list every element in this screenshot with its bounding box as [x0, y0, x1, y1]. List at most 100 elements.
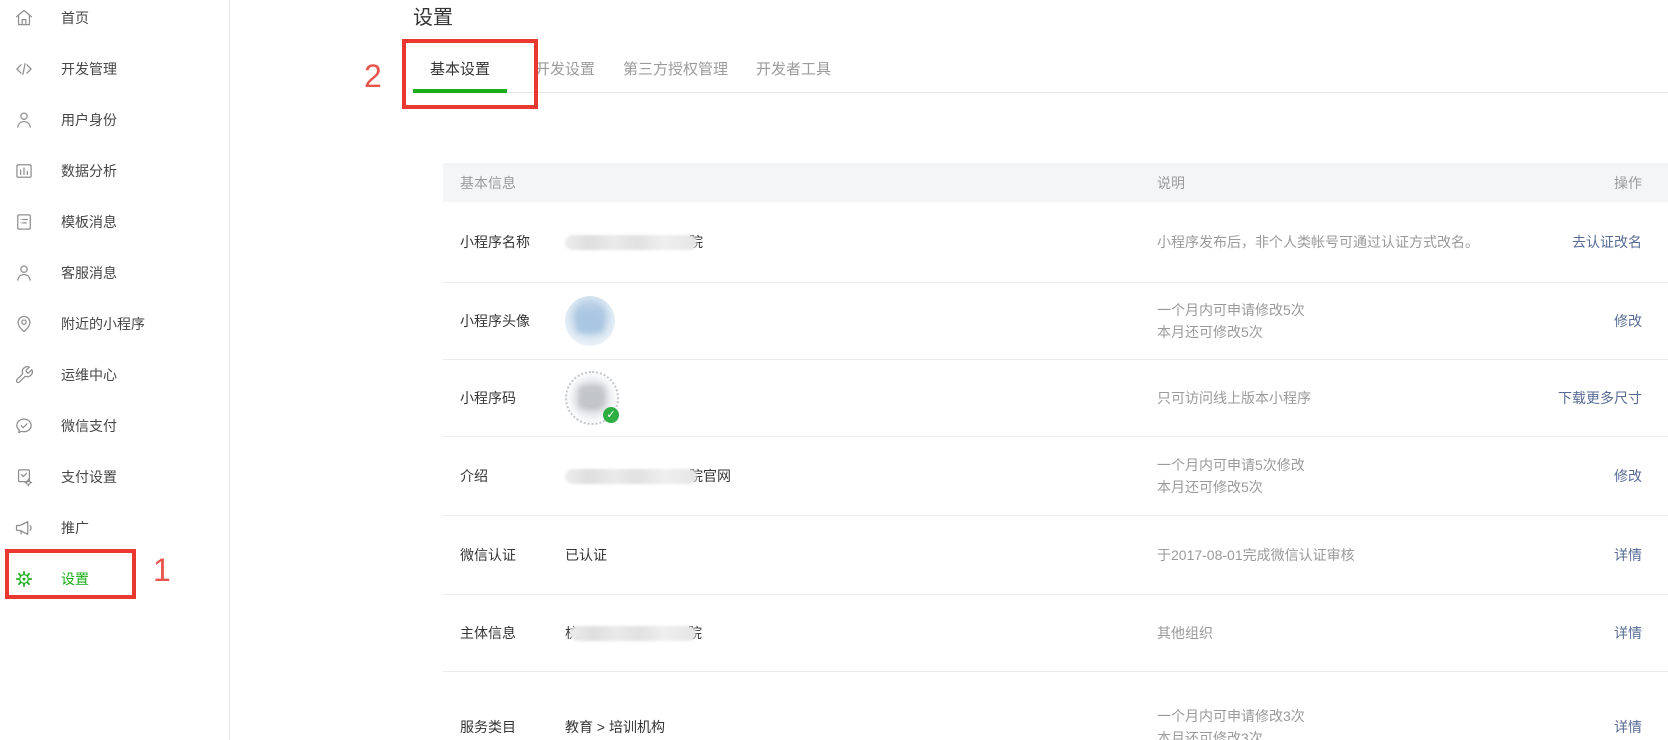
row-action: 修改: [1614, 466, 1642, 486]
row-description: 一个月内可申请5次修改本月还可修改5次: [1157, 454, 1305, 498]
tab-bar: 基本设置开发设置第三方授权管理开发者工具: [413, 48, 1668, 93]
row-action: 去认证改名: [1572, 232, 1642, 252]
avatar-blur-blob: [577, 310, 603, 332]
location-pin-icon: [14, 314, 34, 334]
sidebar-item-payment-settings[interactable]: 支付设置: [0, 451, 229, 502]
row-action: 修改: [1614, 311, 1642, 331]
chat-check-icon: [14, 416, 34, 436]
value-text: 已认证: [565, 545, 607, 565]
action-link[interactable]: 修改: [1614, 313, 1642, 329]
column-header-action: 操作: [1614, 173, 1642, 193]
sidebar-item-data-analysis[interactable]: 数据分析: [0, 145, 229, 196]
row-value: ✓: [565, 371, 619, 425]
tab-third-party-auth[interactable]: 第三方授权管理: [623, 48, 728, 93]
sidebar-nav: 首页开发管理用户身份数据分析模板消息客服消息附近的小程序运维中心微信支付支付设置…: [0, 0, 229, 604]
row-value: 杭院: [565, 623, 702, 643]
megaphone-icon: [14, 518, 34, 538]
description-line: 其他组织: [1157, 622, 1213, 644]
redacted-value-blur: [570, 626, 696, 641]
settings-table: 基本信息 说明 操作 小程序名称 院 小程序发布后，非个人类帐号可通过认证方式改名。…: [443, 163, 1668, 740]
row-action: 详情: [1614, 717, 1642, 737]
row-action: 详情: [1614, 623, 1642, 643]
row-label: 小程序头像: [460, 311, 530, 331]
sidebar-item-dev-management[interactable]: 开发管理: [0, 43, 229, 94]
description-line: 本月还可修改3次: [1157, 727, 1305, 740]
description-line: 小程序发布后，非个人类帐号可通过认证方式改名。: [1157, 231, 1479, 253]
row-label: 小程序名称: [460, 232, 530, 252]
page-title: 设置: [413, 4, 453, 32]
tab-basic-settings[interactable]: 基本设置: [413, 48, 507, 93]
sidebar-item-customer-service[interactable]: 客服消息: [0, 247, 229, 298]
action-link[interactable]: 详情: [1614, 719, 1642, 735]
miniprogram-avatar-image: [565, 296, 615, 346]
table-header: 基本信息 说明 操作: [443, 163, 1668, 202]
redacted-value-blur: [565, 469, 697, 484]
description-line: 本月还可修改5次: [1157, 476, 1305, 498]
table-body: 小程序名称院小程序发布后，非个人类帐号可通过认证方式改名。去认证改名小程序头像一…: [443, 202, 1668, 740]
verified-check-badge: ✓: [603, 407, 619, 423]
redacted-value-blur: [565, 235, 697, 250]
action-link[interactable]: 详情: [1614, 547, 1642, 563]
row-description: 于2017-08-01完成微信认证审核: [1157, 544, 1355, 566]
row-value: 院: [565, 232, 703, 252]
sidebar-item-label: 支付设置: [61, 467, 117, 487]
row-label: 介绍: [460, 466, 488, 486]
gear-icon: [14, 569, 34, 589]
row-action: 详情: [1614, 545, 1642, 565]
action-link[interactable]: 修改: [1614, 468, 1642, 484]
description-line: 一个月内可申请修改5次: [1157, 299, 1305, 321]
row-value: 教育 > 培训机构: [565, 717, 665, 737]
wrench-icon: [14, 365, 34, 385]
column-header-basic-info: 基本信息: [460, 173, 516, 193]
home-icon: [14, 8, 34, 28]
action-link[interactable]: 下载更多尺寸: [1558, 390, 1642, 406]
sidebar-item-home[interactable]: 首页: [0, 0, 229, 43]
tab-dev-tools[interactable]: 开发者工具: [756, 48, 831, 93]
table-row: 主体信息 杭院 其他组织 详情: [443, 595, 1668, 672]
sidebar-item-settings[interactable]: 设置: [0, 553, 229, 604]
annotation-number-step1: 1: [153, 554, 171, 586]
sidebar: 首页开发管理用户身份数据分析模板消息客服消息附近的小程序运维中心微信支付支付设置…: [0, 0, 230, 740]
row-value: [565, 296, 615, 346]
miniprogram-code-image: ✓: [565, 371, 619, 425]
row-label: 微信认证: [460, 545, 516, 565]
row-description: 一个月内可申请修改3次本月还可修改3次: [1157, 705, 1305, 740]
sidebar-item-label: 附近的小程序: [61, 314, 145, 334]
description-line: 于2017-08-01完成微信认证审核: [1157, 544, 1355, 566]
sidebar-item-label: 首页: [61, 8, 89, 28]
action-link[interactable]: 详情: [1614, 625, 1642, 641]
customer-service-icon: [14, 263, 34, 283]
row-label: 主体信息: [460, 623, 516, 643]
sidebar-item-wechat-pay[interactable]: 微信支付: [0, 400, 229, 451]
sidebar-item-label: 用户身份: [61, 110, 117, 130]
table-row: 介绍 院官网 一个月内可申请5次修改本月还可修改5次 修改: [443, 437, 1668, 516]
sidebar-item-promotion[interactable]: 推广: [0, 502, 229, 553]
action-link[interactable]: 去认证改名: [1572, 234, 1642, 250]
row-value: 已认证: [565, 545, 607, 565]
description-line: 一个月内可申请5次修改: [1157, 454, 1305, 476]
sidebar-item-user-identity[interactable]: 用户身份: [0, 94, 229, 145]
row-action: 下载更多尺寸: [1558, 388, 1642, 408]
row-description: 只可访问线上版本小程序: [1157, 387, 1311, 409]
column-header-description: 说明: [1157, 173, 1185, 193]
tab-dev-settings[interactable]: 开发设置: [535, 48, 595, 93]
sidebar-item-ops-center[interactable]: 运维中心: [0, 349, 229, 400]
sidebar-item-nearby-miniprogram[interactable]: 附近的小程序: [0, 298, 229, 349]
annotation-number-step2: 2: [364, 60, 382, 92]
sidebar-item-label: 推广: [61, 518, 89, 538]
sidebar-item-template-message[interactable]: 模板消息: [0, 196, 229, 247]
sidebar-item-label: 微信支付: [61, 416, 117, 436]
sidebar-item-label: 模板消息: [61, 212, 117, 232]
user-icon: [14, 110, 34, 130]
table-row: 小程序头像 一个月内可申请修改5次本月还可修改5次 修改: [443, 283, 1668, 360]
payment-gear-icon: [14, 467, 34, 487]
table-row: 服务类目 教育 > 培训机构 一个月内可申请修改3次本月还可修改3次 详情: [443, 672, 1668, 740]
row-description: 其他组织: [1157, 622, 1213, 644]
row-description: 一个月内可申请修改5次本月还可修改5次: [1157, 299, 1305, 343]
sidebar-item-label: 运维中心: [61, 365, 117, 385]
sidebar-item-label: 数据分析: [61, 161, 117, 181]
row-label: 服务类目: [460, 717, 516, 737]
sidebar-item-label: 客服消息: [61, 263, 117, 283]
row-value: 院官网: [565, 466, 731, 486]
row-label: 小程序码: [460, 388, 516, 408]
